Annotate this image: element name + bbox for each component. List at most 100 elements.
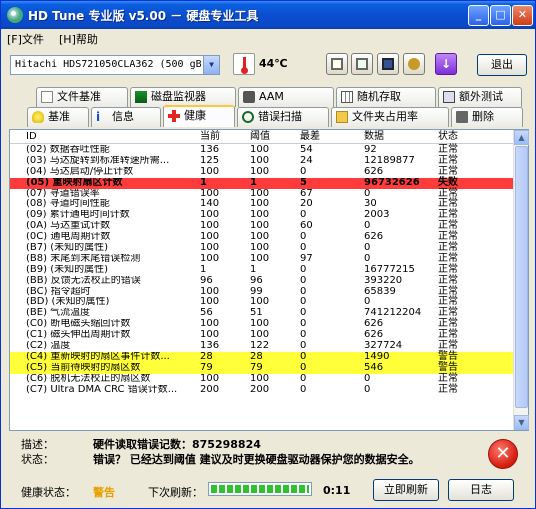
- cell-id: (C6) 脱机无法校正的扇区数: [26, 373, 151, 384]
- tab-label: 删除: [472, 110, 494, 123]
- tab-aam[interactable]: AAM: [238, 87, 334, 107]
- tab-label: 错误扫描: [258, 110, 302, 123]
- file-icon: [41, 91, 53, 103]
- drive-select-value: Hitachi HDS721050CLA362 (500 gB): [15, 59, 208, 70]
- cell-threshold: 100: [250, 372, 270, 384]
- chevron-down-icon[interactable]: ▼: [203, 56, 219, 74]
- description-value: 硬件读取错误记数：875298824: [93, 438, 261, 451]
- monitor-chart-icon: [135, 91, 147, 103]
- cell-data: 96732626: [364, 176, 420, 188]
- status-bar: 健康状态： 警告 下次刷新： 0:11 立即刷新 日志: [1, 473, 535, 508]
- folder-icon: [336, 111, 348, 123]
- app-icon: [7, 7, 23, 23]
- header-status[interactable]: 状态: [438, 130, 458, 144]
- table-header: ID 当前 阈值 最差 数据 状态: [10, 130, 514, 144]
- maximize-button[interactable]: □: [490, 5, 511, 26]
- copy-all-button[interactable]: [351, 53, 373, 75]
- cell-data: 0: [364, 383, 371, 395]
- close-button[interactable]: ✕: [512, 5, 533, 26]
- download-button[interactable]: ↓: [435, 53, 457, 75]
- drive-select[interactable]: Hitachi HDS721050CLA362 (500 gB) ▼: [10, 55, 220, 75]
- tab-info[interactable]: i 信息: [91, 107, 161, 127]
- cell-id: (0C) 通电周期计数: [26, 232, 111, 243]
- table-row[interactable]: (05) 重映射扇区计数 1 1 5 96732626 失败: [10, 176, 514, 189]
- tab-delete[interactable]: 删除: [451, 107, 523, 127]
- copy-info-button[interactable]: [326, 53, 348, 75]
- tab-label: 额外测试: [459, 90, 503, 103]
- tab-label: 文件基准: [57, 90, 101, 103]
- description-label: 描述：: [21, 438, 54, 451]
- tab-disk-monitor[interactable]: 磁盘监视器: [130, 87, 236, 107]
- cell-id: (07) 寻道错误率: [26, 188, 100, 199]
- tab-folder-usage[interactable]: 文件夹占用率: [331, 107, 449, 127]
- table-row[interactable]: (C7) Ultra DMA CRC 错误计数... 200 200 0 0 正常: [10, 383, 514, 396]
- tab-error-scan[interactable]: 错误扫描: [237, 107, 329, 127]
- state-label: 状态：: [21, 453, 54, 466]
- cell-id: (04) 马达启动/停止计数: [26, 166, 134, 177]
- cell-current: 200: [200, 383, 220, 395]
- speaker-icon: [243, 91, 255, 103]
- cell-data: 0: [364, 372, 371, 384]
- header-threshold[interactable]: 阈值: [250, 130, 270, 144]
- cell-current: 1: [200, 176, 207, 188]
- tab-label: 磁盘监视器: [151, 90, 206, 103]
- cell-id: (03) 马达旋转到标准转速所需...: [26, 155, 170, 166]
- header-worst[interactable]: 最差: [300, 130, 320, 144]
- options-button[interactable]: [403, 53, 425, 75]
- app-window: HD Tune 专业版 v5.00 － 硬盘专业工具 _ □ ✕ [F]文件 […: [0, 0, 536, 509]
- scroll-down-icon[interactable]: ▼: [514, 415, 529, 430]
- table-row[interactable]: (BB) 反馈无法校正的错误 96 96 0 393220 正常: [10, 274, 514, 287]
- wrench-icon: [408, 58, 420, 70]
- cell-worst: 0: [300, 372, 307, 384]
- tab-label: 基准: [48, 110, 70, 123]
- cell-current: 100: [200, 372, 220, 384]
- cell-id: (0A) 马达重试计数: [26, 221, 111, 232]
- lightbulb-icon: [32, 111, 44, 123]
- magnifier-icon: [242, 111, 254, 123]
- tab-label: 健康: [184, 109, 206, 122]
- cell-data: 393220: [364, 274, 403, 286]
- minimize-button[interactable]: _: [468, 5, 489, 26]
- menu-bar: [F]文件 [H]帮助: [1, 29, 535, 46]
- menu-file[interactable]: [F]文件: [7, 31, 44, 47]
- cell-worst: 0: [300, 383, 307, 395]
- trash-icon: [456, 111, 468, 123]
- menu-help[interactable]: [H]帮助: [59, 31, 98, 47]
- tab-file-benchmark[interactable]: 文件基准: [36, 87, 128, 107]
- cell-status: 正常: [438, 383, 458, 395]
- window-icon: [443, 91, 455, 103]
- tab-benchmark[interactable]: 基准: [27, 107, 89, 127]
- vertical-scrollbar[interactable]: ▲ ▼: [513, 130, 529, 430]
- cell-id: (09) 累计通电时间计数: [26, 210, 130, 221]
- cell-threshold: 200: [250, 383, 270, 395]
- scrollbar-thumb[interactable]: [515, 146, 528, 408]
- error-icon: ✕: [488, 439, 518, 469]
- health-status-value: 警告: [93, 486, 115, 499]
- log-button[interactable]: 日志: [448, 479, 514, 501]
- header-data[interactable]: 数据: [364, 130, 384, 144]
- tab-random-access[interactable]: 随机存取: [336, 87, 436, 107]
- cell-id: (C0) 断电磁头缩回计数: [26, 319, 131, 330]
- refresh-now-button[interactable]: 立即刷新: [373, 479, 439, 501]
- exit-button[interactable]: 退出: [477, 54, 527, 76]
- save-button[interactable]: [377, 53, 399, 75]
- progress-fill: [211, 485, 309, 493]
- header-current[interactable]: 当前: [200, 130, 220, 144]
- cell-id: (B8) 末尾到末尾错误检测: [26, 253, 141, 264]
- table-row[interactable]: (C6) 脱机无法校正的扇区数 100 100 0 0 正常: [10, 372, 514, 385]
- cell-threshold: 96: [250, 274, 263, 286]
- cell-id: (05) 重映射扇区计数: [26, 177, 123, 188]
- grid-icon: [341, 91, 353, 103]
- cell-status: 失败: [438, 176, 458, 188]
- thermometer-icon: [233, 53, 255, 75]
- tab-label: 随机存取: [357, 90, 401, 103]
- temperature-readout: 44℃: [259, 57, 288, 70]
- header-id[interactable]: ID: [26, 130, 37, 144]
- title-bar[interactable]: HD Tune 专业版 v5.00 － 硬盘专业工具 _ □ ✕: [1, 1, 535, 29]
- tab-extra-tests[interactable]: 额外测试: [438, 87, 522, 107]
- copy-icon: [331, 58, 343, 70]
- cell-current: 96: [200, 274, 213, 286]
- tab-health[interactable]: 健康: [163, 105, 235, 127]
- scroll-up-icon[interactable]: ▲: [514, 130, 529, 145]
- next-refresh-label: 下次刷新：: [148, 486, 203, 499]
